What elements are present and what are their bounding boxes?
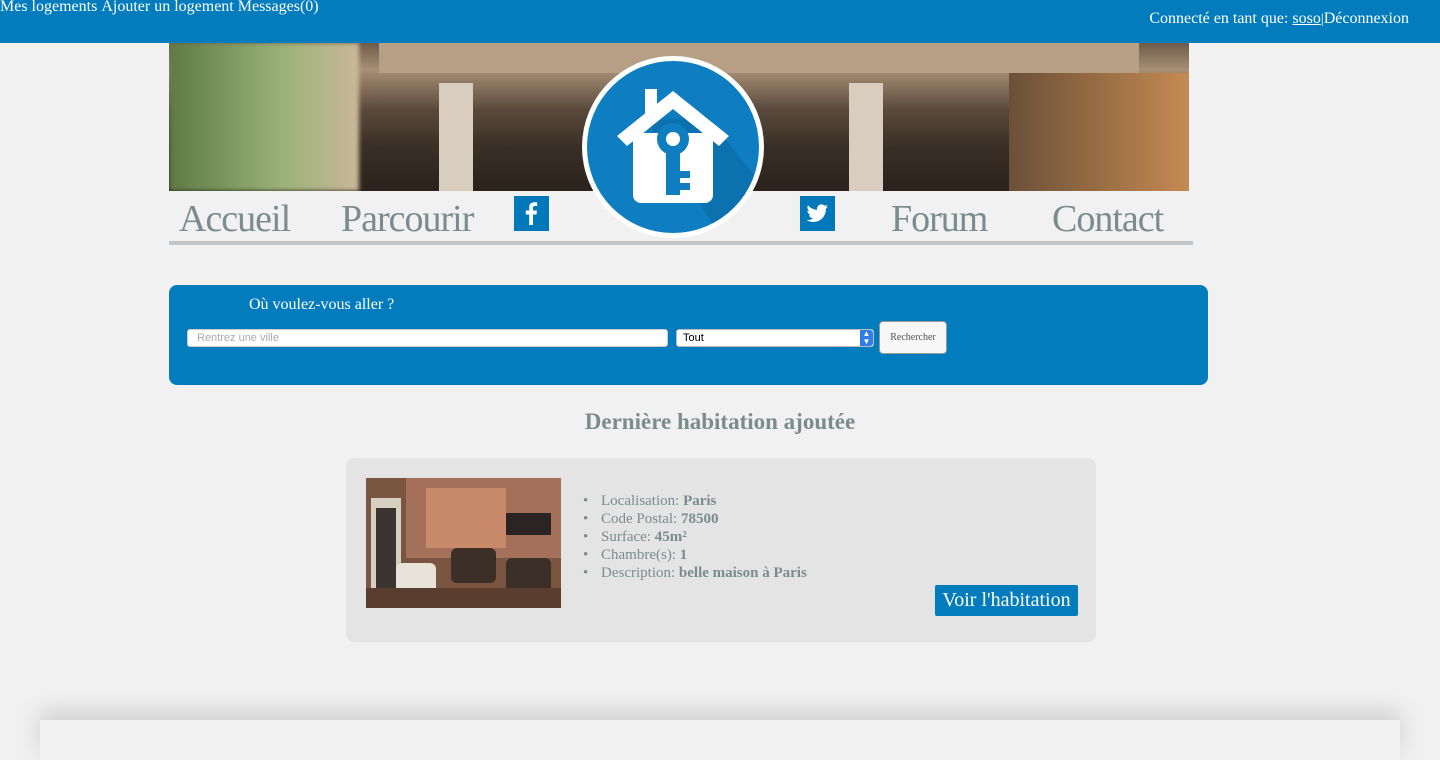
facebook-icon[interactable] bbox=[514, 196, 549, 231]
logout-link[interactable]: Déconnexion bbox=[1324, 10, 1409, 27]
select-arrows-icon: ▲ ▼ bbox=[860, 330, 873, 346]
listing-card: Localisation: Paris Code Postal: 78500 S… bbox=[346, 458, 1096, 642]
site-logo[interactable] bbox=[582, 56, 764, 238]
latest-listing-title: Dernière habitation ajoutée bbox=[584, 409, 856, 434]
detail-description: Description: belle maison à Paris bbox=[583, 564, 807, 582]
add-listing-link[interactable]: Ajouter un logement bbox=[101, 0, 233, 15]
top-nav: Mes logements Ajouter un logement Messages… bbox=[0, 0, 323, 16]
my-listings-link[interactable]: Mes logements bbox=[0, 0, 97, 15]
messages-link[interactable]: Messages(0) bbox=[238, 0, 319, 15]
search-label: Où voulez-vous aller ? bbox=[249, 296, 395, 313]
search-panel: Où voulez-vous aller ? Rentrez une ville… bbox=[169, 285, 1208, 385]
type-select-value: Tout bbox=[683, 332, 704, 344]
top-bar: Mes logements Ajouter un logement Messages… bbox=[0, 0, 1440, 43]
username-link[interactable]: soso bbox=[1292, 10, 1320, 27]
type-select[interactable]: Tout ▲ ▼ bbox=[676, 329, 874, 347]
nav-forum[interactable]: Forum bbox=[891, 197, 988, 241]
search-button[interactable]: Rechercher bbox=[879, 321, 947, 354]
twitter-icon[interactable] bbox=[800, 196, 835, 231]
city-input[interactable]: Rentrez une ville bbox=[187, 329, 668, 347]
nav-home[interactable]: Accueil bbox=[179, 197, 291, 241]
view-listing-button[interactable]: Voir l'habitation bbox=[935, 585, 1078, 616]
nav-browse[interactable]: Parcourir bbox=[341, 197, 474, 241]
detail-surface: Surface: 45m² bbox=[583, 528, 807, 546]
detail-bedrooms: Chambre(s): 1 bbox=[583, 546, 807, 564]
detail-postal-code: Code Postal: 78500 bbox=[583, 510, 807, 528]
footer-shadow bbox=[40, 720, 1400, 760]
user-box: Connecté en tant que: soso|Déconnexion bbox=[1149, 10, 1409, 28]
nav-contact[interactable]: Contact bbox=[1052, 197, 1164, 241]
listing-photo[interactable] bbox=[366, 478, 561, 608]
listing-details: Localisation: Paris Code Postal: 78500 S… bbox=[583, 492, 807, 582]
house-key-icon bbox=[617, 89, 759, 233]
detail-location: Localisation: Paris bbox=[583, 492, 807, 510]
connected-label: Connecté en tant que: bbox=[1149, 10, 1289, 27]
